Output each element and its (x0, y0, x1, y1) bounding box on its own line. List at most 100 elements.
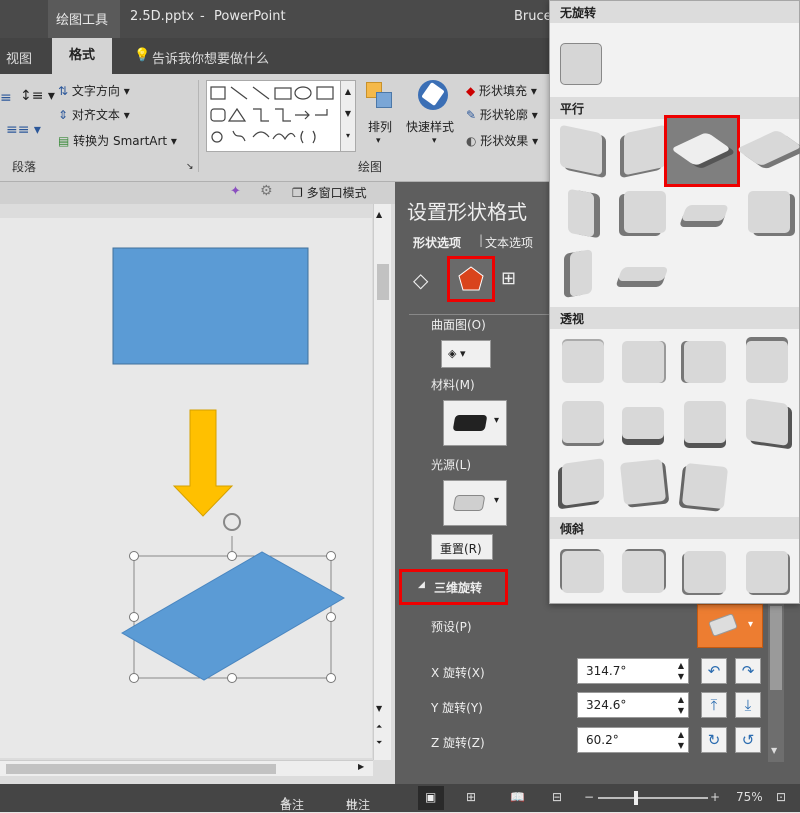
rotate-handle-icon[interactable] (223, 513, 241, 531)
preset-parallel-1[interactable] (560, 124, 602, 176)
preset-perspective-8[interactable] (746, 398, 788, 446)
preset-parallel-10[interactable] (617, 267, 669, 281)
preset-parallel-4[interactable] (735, 129, 800, 167)
paragraph-launcher-icon[interactable]: ↘ (186, 162, 194, 172)
slide-canvas[interactable] (0, 218, 372, 758)
down-arrow-shape[interactable] (172, 409, 234, 517)
reset-button[interactable]: 重置(R) (431, 534, 493, 560)
resize-handle[interactable] (326, 612, 336, 622)
reading-view-icon[interactable]: 📖 (510, 790, 525, 804)
preset-parallel-6[interactable] (624, 191, 666, 233)
tab-shape-options[interactable]: 形状选项 (413, 234, 461, 251)
resize-handle[interactable] (227, 673, 237, 683)
preset-perspective-6[interactable] (622, 407, 664, 439)
line-spacing-icon[interactable]: ↕≡ ▾ (20, 88, 55, 104)
material-button[interactable]: ▾ (443, 400, 507, 446)
align-text-button[interactable]: ⇕ 对齐文本 ▾ (58, 106, 130, 123)
bullets-icon[interactable]: ≡ (0, 90, 12, 106)
rotate-up-icon[interactable]: ⤒ (701, 692, 727, 718)
arrange-dropdown-icon[interactable]: ▾ (376, 136, 381, 146)
preset-button[interactable]: ▾ (697, 604, 763, 648)
quick-styles-button[interactable]: 快速样式 (406, 118, 454, 135)
magic-wand-icon[interactable]: ✦ (230, 184, 241, 199)
slideshow-icon[interactable]: ⊟ (552, 790, 562, 804)
lighting-button[interactable]: ▾ (443, 480, 507, 526)
preset-parallel-3-selected[interactable] (664, 115, 740, 187)
gear-icon[interactable]: ⚙ (260, 183, 273, 199)
h-scroll-thumb[interactable] (6, 764, 276, 774)
columns-icon[interactable]: ≡≡ ▾ (6, 122, 41, 138)
preset-parallel-8[interactable] (748, 191, 790, 233)
preset-parallel-2[interactable] (624, 124, 666, 176)
resize-handle[interactable] (129, 673, 139, 683)
tab-format[interactable]: 格式 (52, 38, 112, 74)
rotate-clockwise-icon[interactable]: ↻ (701, 727, 727, 753)
preset-perspective-3[interactable] (684, 341, 726, 383)
slide-sorter-icon[interactable]: ⊞ (466, 790, 476, 804)
shapes-gallery[interactable] (206, 80, 356, 152)
preset-perspective-9[interactable] (562, 458, 604, 506)
slide-horizontal-scrollbar[interactable]: ▶ (0, 760, 373, 776)
spin-arrows-icon[interactable]: ▲ ▼ (678, 660, 684, 682)
multi-window-button[interactable]: ❐ 多窗口模式 (292, 184, 367, 201)
slide-vertical-scrollbar[interactable]: ▲ ▼ ⏶ ⏷ (373, 204, 391, 760)
rotate-counterclockwise-icon[interactable]: ↺ (735, 727, 761, 753)
z-rotation-input[interactable]: 60.2° ▲ ▼ (577, 727, 689, 753)
resize-handle[interactable] (129, 551, 139, 561)
3d-rotation-section-header[interactable]: ◢ 三维旋转 (399, 569, 508, 605)
spin-arrows-icon[interactable]: ▲ ▼ (678, 694, 684, 716)
zoom-slider[interactable] (598, 797, 708, 799)
rotate-left-icon[interactable]: ↶ (701, 658, 727, 684)
preset-oblique-4[interactable] (746, 551, 788, 593)
preset-oblique-3[interactable] (684, 551, 726, 593)
user-name[interactable]: Bruce (514, 9, 552, 24)
rotated-3d-shape[interactable] (120, 551, 346, 681)
arrange-button[interactable]: 排列 (368, 118, 392, 135)
zoom-out-icon[interactable]: − (584, 790, 594, 804)
preset-perspective-5[interactable] (562, 401, 604, 443)
preset-perspective-4[interactable] (746, 341, 788, 383)
panel-scrollbar[interactable]: ▼ (768, 602, 784, 762)
scroll-right-icon[interactable]: ▶ (358, 762, 364, 771)
normal-view-button[interactable]: ▣ (418, 786, 444, 810)
zoom-slider-thumb[interactable] (634, 791, 638, 805)
tell-me-search[interactable]: 告诉我你想要做什么 (152, 48, 269, 67)
preset-perspective-7[interactable] (684, 401, 726, 443)
contour-color-button[interactable]: ◈ ▾ (441, 340, 491, 368)
preset-perspective-1[interactable] (562, 341, 604, 383)
shape-effects-button[interactable]: ◐ 形状效果 ▾ (466, 132, 538, 149)
preset-parallel-5[interactable] (568, 188, 594, 238)
resize-handle[interactable] (129, 612, 139, 622)
zoom-level[interactable]: 75% (736, 790, 763, 804)
shapes-gallery-scroll[interactable]: ▲ ▼ ▾ (340, 80, 356, 152)
tab-text-options[interactable]: 文本选项 (485, 234, 533, 251)
preset-perspective-2[interactable] (622, 341, 664, 383)
scroll-down-icon[interactable]: ▼ (376, 704, 382, 713)
effects-tab-selected[interactable] (447, 256, 495, 302)
preset-no-rotation[interactable] (560, 43, 602, 85)
preset-oblique-1[interactable] (562, 551, 604, 593)
preset-oblique-2[interactable] (622, 551, 664, 593)
resize-handle[interactable] (326, 673, 336, 683)
convert-smartart-button[interactable]: ▤ 转换为 SmartArt ▾ (58, 132, 177, 149)
resize-handle[interactable] (326, 551, 336, 561)
text-direction-button[interactable]: ⇅ 文字方向 ▾ (58, 82, 130, 99)
tab-view[interactable]: 视图 (6, 48, 32, 67)
rotate-right-icon[interactable]: ↷ (735, 658, 761, 684)
preset-parallel-7[interactable] (681, 205, 729, 221)
x-rotation-input[interactable]: 314.7° ▲ ▼ (577, 658, 689, 684)
rotate-down-icon[interactable]: ⤓ (735, 692, 761, 718)
shape-outline-button[interactable]: ✎ 形状轮廓 ▾ (466, 106, 538, 123)
preset-perspective-10[interactable] (619, 458, 667, 506)
blue-rectangle-shape[interactable] (112, 247, 309, 365)
scroll-up-icon[interactable]: ▲ (376, 210, 382, 219)
size-properties-icon[interactable]: ⊞ (501, 268, 516, 289)
preset-parallel-9[interactable] (570, 249, 592, 297)
preset-perspective-11[interactable] (681, 462, 729, 510)
fill-line-icon[interactable]: ◇ (413, 268, 428, 292)
next-slide-icon[interactable]: ⏷ (376, 738, 382, 748)
fit-to-window-icon[interactable]: ⊡ (776, 790, 786, 804)
scroll-thumb[interactable] (377, 264, 389, 300)
spin-arrows-icon[interactable]: ▲ ▼ (678, 729, 684, 751)
quick-styles-dropdown-icon[interactable]: ▾ (432, 136, 437, 146)
